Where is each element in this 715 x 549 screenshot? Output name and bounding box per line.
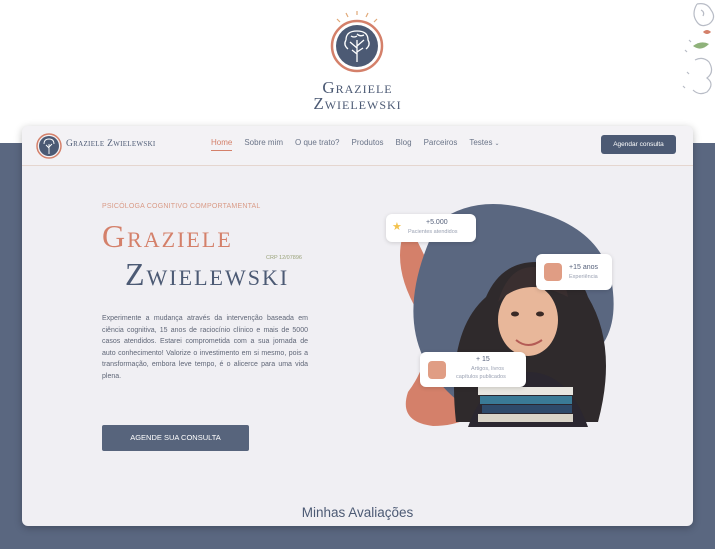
nav-link-testes[interactable]: Testes ⌄ (469, 138, 499, 151)
badge-experience-years: +15 anos (569, 264, 598, 271)
badge-patients-count: +5.000 (426, 219, 448, 226)
hero-description: Experimente a mudança através da interve… (102, 315, 308, 380)
star-icon: ★ (392, 221, 402, 233)
badge-publications-count: + 15 (476, 356, 490, 363)
nav-link-blog[interactable]: Blog (396, 138, 412, 151)
badge-patients-label: Pacientes atendidos (408, 229, 458, 235)
nav-brand-name[interactable]: Graziele Zwielewski (66, 139, 156, 149)
badge-experience: +15 anos Experiência (536, 254, 612, 290)
reviews-section-title: Minhas Avaliações (301, 505, 414, 520)
hero-first-name: Graziele (102, 218, 233, 254)
hero-last-name: Zwielewski (125, 256, 290, 292)
nav-links: Home Sobre mim O que trato? Produtos Blo… (211, 138, 512, 151)
nav-link-parceiros[interactable]: Parceiros (424, 138, 458, 151)
decorative-brain-doodle-icon (682, 3, 715, 95)
brain-tree-logo-icon (330, 11, 384, 73)
checklist-icon (544, 263, 562, 281)
website-mockup-window: Graziele Zwielewski Home Sobre mim O que… (22, 126, 693, 526)
nav-link-home[interactable]: Home (211, 138, 233, 151)
hero-eyebrow: PSICÓLOGA COGNITIVO COMPORTAMENTAL (102, 203, 261, 210)
nav-link-sobre-mim[interactable]: Sobre mim (244, 138, 283, 151)
schedule-consultation-button[interactable]: Agendar consulta (601, 135, 676, 154)
nav-link-o-que-trato[interactable]: O que trato? (295, 138, 339, 151)
badge-publications: + 15 Artigos, livros capítulos publicado… (420, 352, 526, 387)
chevron-down-icon: ⌄ (494, 141, 500, 147)
nav-link-testes-label: Testes (469, 138, 493, 147)
badge-publications-label-1: Artigos, livros (471, 366, 505, 372)
top-navbar: Graziele Zwielewski Home Sobre mim O que… (22, 126, 693, 166)
nav-link-produtos[interactable]: Produtos (352, 138, 384, 151)
badge-publications-label-2: capítulos publicados (456, 374, 506, 380)
nav-logo-icon[interactable] (36, 133, 62, 159)
book-consultation-button[interactable]: AGENDE SUA CONSULTA (102, 425, 249, 451)
badge-experience-label: Experiência (569, 274, 598, 280)
book-open-icon (428, 361, 446, 379)
badge-patients: ★ +5.000 Pacientes atendidos (386, 214, 476, 242)
brand-wordmark: Graziele Zwielewski (290, 79, 425, 113)
brand-last-name: Zwielewski (313, 94, 402, 113)
